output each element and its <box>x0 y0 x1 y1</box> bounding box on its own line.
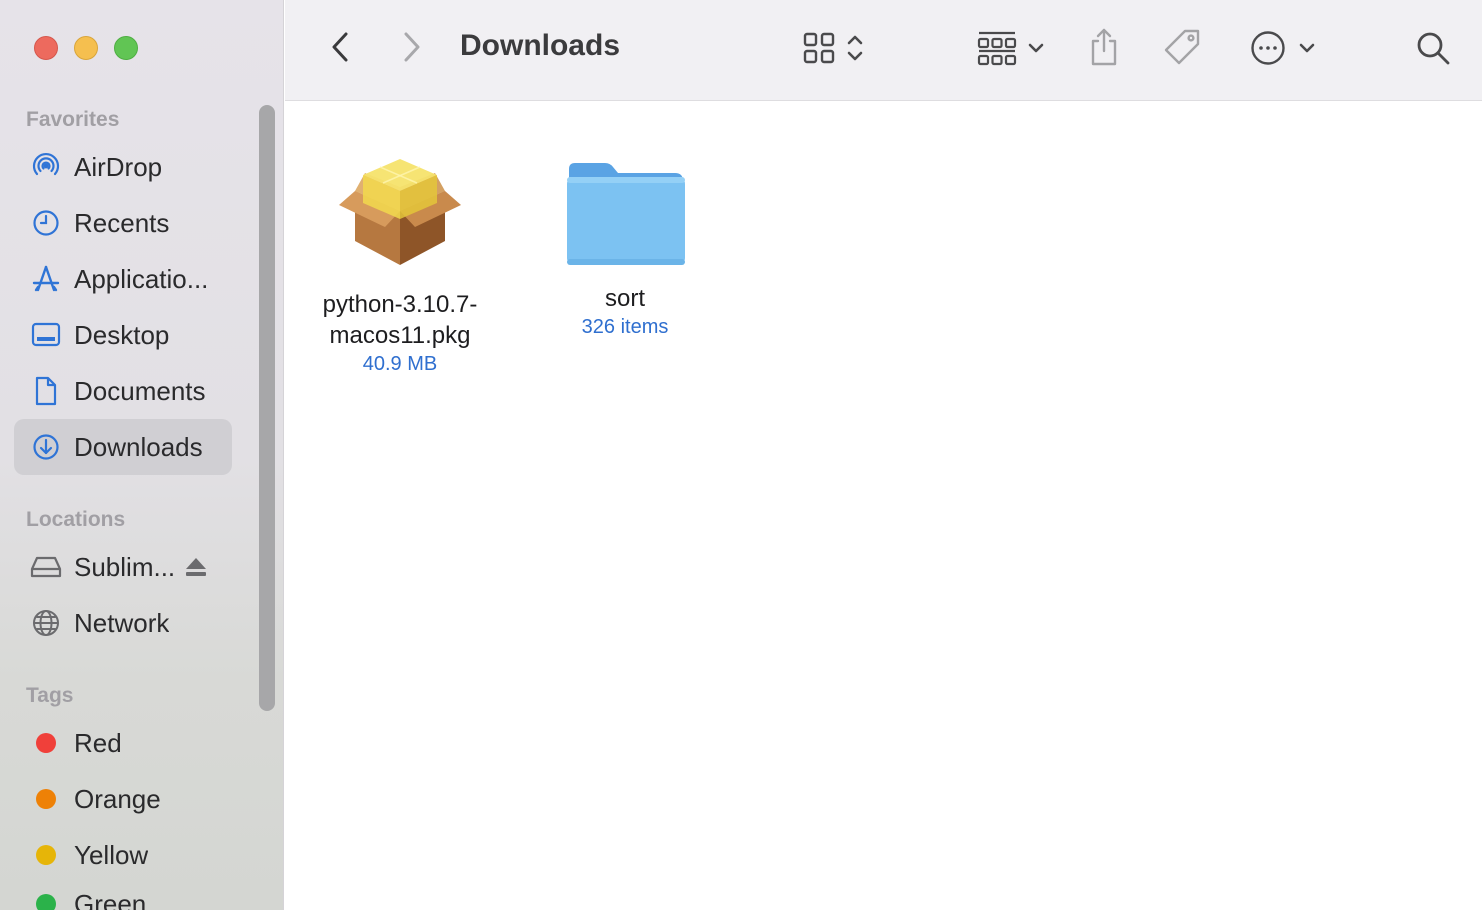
group-grid-icon <box>977 29 1017 67</box>
sidebar-item-label: Documents <box>74 375 206 406</box>
chevron-down-icon <box>1298 42 1316 54</box>
tag-dot-icon <box>30 888 62 910</box>
sidebar-item-label: Green <box>74 888 147 910</box>
file-name-line1: sort <box>604 285 645 312</box>
sidebar-item-network[interactable]: Network <box>14 595 232 651</box>
zoom-window-button[interactable] <box>114 36 138 60</box>
sidebar-item-desktop[interactable]: Desktop <box>14 307 232 363</box>
tags-section-title: Tags <box>26 684 74 707</box>
share-button[interactable] <box>1085 26 1123 68</box>
sidebar-item-label: Yellow <box>74 839 149 870</box>
tag-dot-icon <box>30 839 62 871</box>
chevron-updown-icon <box>846 33 864 63</box>
eject-icon[interactable] <box>185 557 207 577</box>
search-icon <box>1415 30 1451 66</box>
tag-dot-icon <box>30 727 62 759</box>
file-name-line1: python-3.10.7- <box>322 291 478 318</box>
airdrop-icon <box>30 151 62 183</box>
sidebar-item-label: Applicatio... <box>74 263 209 294</box>
sidebar-item-label: AirDrop <box>74 151 163 182</box>
sidebar-item-downloads[interactable]: Downloads <box>14 419 232 475</box>
favorites-section-title: Favorites <box>26 108 120 131</box>
window-controls <box>34 36 138 60</box>
sidebar-item-drive[interactable]: Sublim... <box>14 539 232 595</box>
file-item-python-pkg[interactable]: python-3.10.7- macos11.pkg 40.9 MB <box>315 153 485 376</box>
drive-icon <box>30 551 62 583</box>
window-title: Downloads <box>460 29 621 62</box>
minimize-window-button[interactable] <box>74 36 98 60</box>
tag-icon <box>1163 27 1203 67</box>
sidebar-scrollbar[interactable] <box>259 105 275 711</box>
file-name-line2: macos11.pkg <box>329 322 471 349</box>
sidebar-item-tag-green[interactable]: Green <box>14 876 232 910</box>
back-button[interactable] <box>323 28 357 66</box>
view-mode-button[interactable] <box>797 30 869 66</box>
search-button[interactable] <box>1413 28 1453 68</box>
icon-grid-icon <box>802 31 836 65</box>
sidebar-item-label: Downloads <box>74 431 203 462</box>
tag-dot-icon <box>30 783 62 815</box>
sidebar-item-applications[interactable]: Applicatio... <box>14 251 232 307</box>
file-browser-content[interactable]: python-3.10.7- macos11.pkg 40.9 MB sort … <box>285 101 1482 910</box>
sidebar-item-documents[interactable]: Documents <box>14 363 232 419</box>
download-icon <box>30 431 62 463</box>
tag-button[interactable] <box>1161 26 1205 68</box>
toolbar: Downloads <box>285 0 1482 101</box>
share-icon <box>1088 27 1120 67</box>
more-actions-button[interactable] <box>1247 28 1319 68</box>
desktop-icon <box>30 319 62 351</box>
sidebar-item-tag-orange[interactable]: Orange <box>14 771 232 827</box>
document-icon <box>30 375 62 407</box>
sidebar-item-tag-red[interactable]: Red <box>14 715 232 771</box>
sidebar: Favorites AirDrop Recents Applicatio... … <box>0 0 284 910</box>
locations-section-title: Locations <box>26 508 126 531</box>
group-by-button[interactable] <box>973 28 1049 68</box>
ellipsis-circle-icon <box>1250 30 1286 66</box>
sidebar-item-label: Orange <box>74 783 161 814</box>
forward-button[interactable] <box>395 28 429 66</box>
chevron-down-icon <box>1027 42 1045 54</box>
package-icon <box>335 153 465 273</box>
folder-item-count: 326 items <box>581 316 669 338</box>
sidebar-item-label: Network <box>74 607 170 638</box>
file-item-sort-folder[interactable]: sort 326 items <box>540 159 710 339</box>
sidebar-item-recents[interactable]: Recents <box>14 195 232 251</box>
close-window-button[interactable] <box>34 36 58 60</box>
sidebar-item-label: Sublim... <box>74 551 176 582</box>
folder-icon <box>563 159 687 269</box>
file-size: 40.9 MB <box>362 353 438 375</box>
sidebar-item-tag-yellow[interactable]: Yellow <box>14 827 232 883</box>
clock-icon <box>30 207 62 239</box>
applications-icon <box>30 263 62 295</box>
sidebar-item-airdrop[interactable]: AirDrop <box>14 139 232 195</box>
globe-icon <box>30 607 62 639</box>
sidebar-item-label: Desktop <box>74 319 170 350</box>
sidebar-item-label: Red <box>74 727 122 758</box>
sidebar-item-label: Recents <box>74 207 170 238</box>
